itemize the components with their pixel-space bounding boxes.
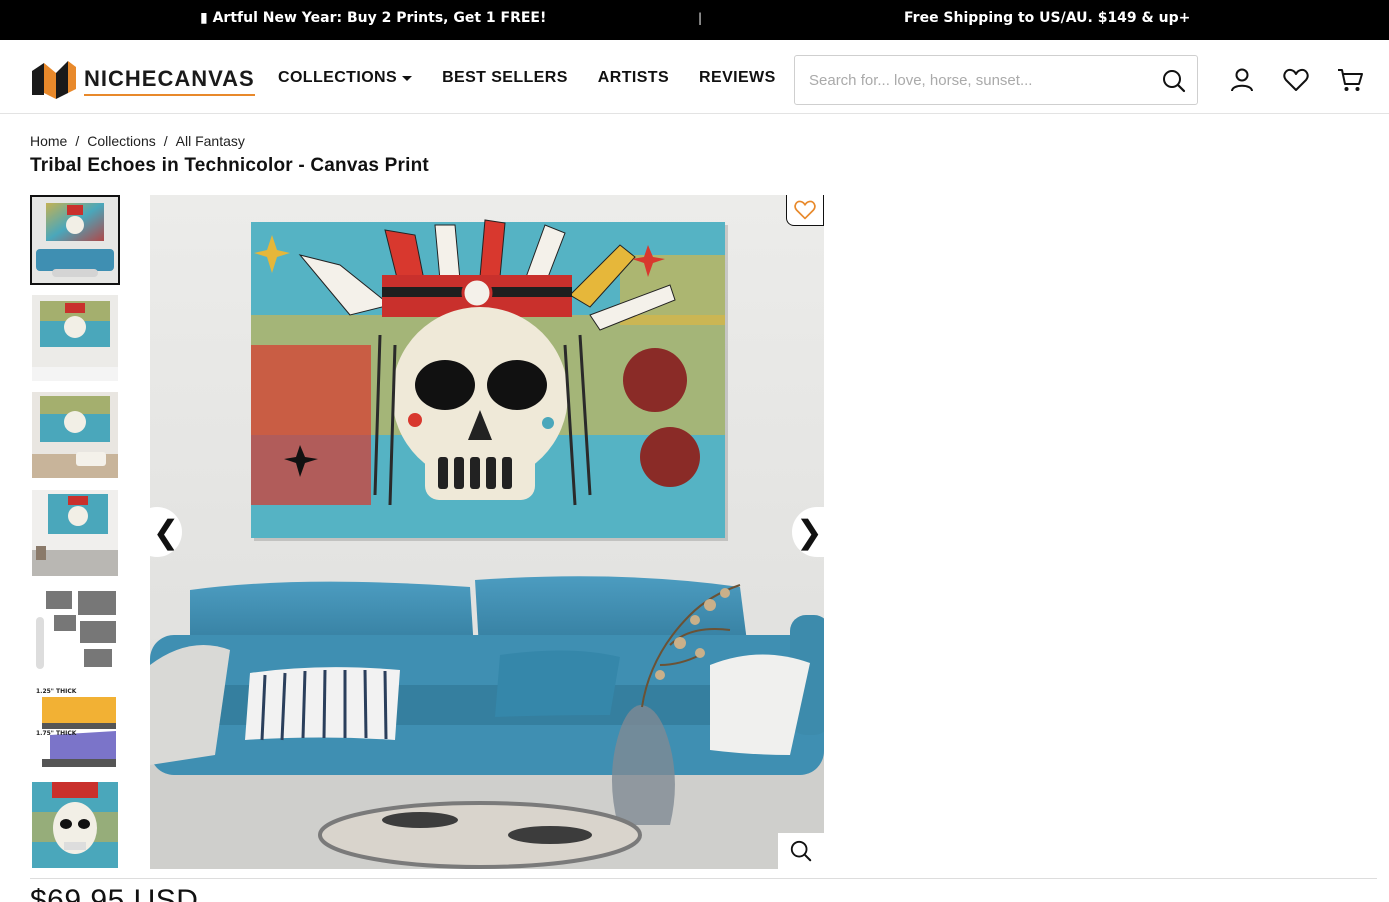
- main-nav: COLLECTIONS BEST SELLERS ARTISTS REVIEWS: [278, 69, 776, 87]
- heart-icon: [794, 200, 816, 220]
- nav-collections[interactable]: COLLECTIONS: [278, 69, 413, 87]
- announcement-separator: |: [698, 11, 703, 25]
- section-divider: [30, 878, 1377, 879]
- search-input[interactable]: [809, 68, 1139, 92]
- promo-text: Artful New Year: Buy 2 Prints, Get 1 FRE…: [212, 10, 547, 26]
- main-product-image[interactable]: [150, 195, 824, 869]
- breadcrumb-collections[interactable]: Collections: [87, 133, 155, 149]
- site-header: NICHECANVAS COLLECTIONS BEST SELLERS ART…: [0, 40, 1389, 114]
- breadcrumb: Home / Collections / All Fantasy: [30, 133, 245, 149]
- breadcrumb-separator: /: [75, 133, 80, 149]
- thumbnail-6[interactable]: 1.25" THICK 1.75" THICK: [32, 685, 118, 771]
- breadcrumb-home[interactable]: Home: [30, 133, 67, 149]
- chevron-left-icon: ❮: [152, 513, 180, 551]
- chevron-right-icon: ❯: [796, 513, 823, 551]
- nav-collections-label: COLLECTIONS: [278, 69, 398, 86]
- thumb-thickness-label-2: 1.75" THICK: [36, 730, 77, 737]
- shipping-message[interactable]: Free Shipping to US/AU. $149 & up+: [904, 10, 1190, 26]
- chevron-down-icon: [402, 75, 413, 81]
- thumbnail-7[interactable]: [32, 782, 118, 868]
- breadcrumb-separator: /: [163, 133, 168, 149]
- gift-icon: ▮: [200, 10, 208, 26]
- thumbnail-1[interactable]: [30, 195, 120, 285]
- wishlist-heart-icon[interactable]: [1282, 66, 1310, 94]
- thumbnail-4[interactable]: [32, 490, 118, 576]
- product-title: Tribal Echoes in Technicolor - Canvas Pr…: [30, 155, 429, 176]
- breadcrumb-all-fantasy[interactable]: All Fantasy: [176, 133, 245, 149]
- cart-icon[interactable]: [1336, 66, 1364, 94]
- zoom-search-icon: [790, 840, 812, 862]
- logo-mark-icon: [32, 61, 76, 99]
- nav-best-sellers[interactable]: BEST SELLERS: [442, 69, 568, 87]
- announcement-bar: ▮ Artful New Year: Buy 2 Prints, Get 1 F…: [0, 0, 1389, 40]
- thumbnail-5[interactable]: [32, 587, 118, 673]
- logo-text: NICHECANVAS: [84, 66, 255, 96]
- logo[interactable]: NICHECANVAS: [30, 59, 255, 99]
- promo-message[interactable]: ▮ Artful New Year: Buy 2 Prints, Get 1 F…: [200, 10, 546, 26]
- product-price: $69.95 USD: [30, 884, 199, 902]
- previous-image-button[interactable]: ❮: [132, 507, 182, 557]
- nav-reviews[interactable]: REVIEWS: [699, 69, 776, 87]
- add-to-wishlist-button[interactable]: [786, 195, 824, 226]
- search-box: [794, 55, 1198, 105]
- nav-artists[interactable]: ARTISTS: [598, 69, 669, 87]
- zoom-button[interactable]: [778, 833, 824, 869]
- thumb-thickness-label-1: 1.25" THICK: [36, 688, 77, 695]
- search-icon[interactable]: [1161, 68, 1187, 94]
- thumbnail-2[interactable]: [32, 295, 118, 381]
- account-icon[interactable]: [1228, 66, 1256, 94]
- thumbnail-3[interactable]: [32, 392, 118, 478]
